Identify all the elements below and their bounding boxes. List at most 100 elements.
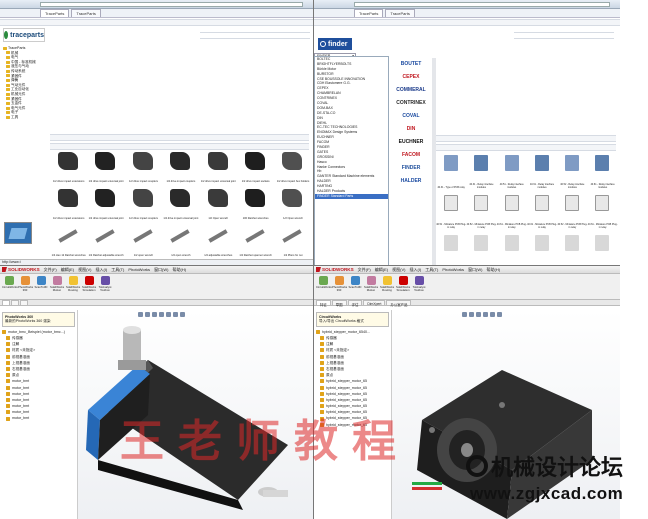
tree-item[interactable]: 工具 xyxy=(3,115,48,120)
supplier-logo[interactable]: COMMERAL xyxy=(390,84,432,95)
menu-item[interactable]: 文件(F) xyxy=(44,267,57,273)
menu-item[interactable]: 帮助(H) xyxy=(487,267,501,273)
tab-traceparts-2[interactable]: TraceParts xyxy=(385,9,415,17)
relay-card[interactable]: 40.61 - Miniature PCB Plug-in relay xyxy=(497,190,527,230)
menu-item[interactable]: 插入(I) xyxy=(409,267,421,273)
tab-feature[interactable] xyxy=(2,300,10,305)
supplier-logo[interactable]: HALDER xyxy=(390,175,432,186)
relay-card[interactable]: 40.51 - Relay interface modules xyxy=(497,150,527,190)
product-thumbnail[interactable] xyxy=(4,222,32,244)
supplier-logo[interactable]: CONTRINEX xyxy=(390,97,432,108)
supplier-logo[interactable]: FACOM xyxy=(390,149,432,160)
address-bar[interactable] xyxy=(354,2,610,7)
relay-card[interactable]: 40.61 - Relay interface modules xyxy=(587,150,617,190)
relay-card[interactable]: 40.52 Bistable versions xyxy=(436,230,466,265)
part-card[interactable]: 1/2 drive impact couplers xyxy=(162,148,199,185)
relay-card[interactable]: 40.31 - Relay interface modules xyxy=(466,150,496,190)
supplier-logo[interactable]: BOUTET xyxy=(390,58,432,69)
menu-item[interactable]: 窗口(W) xyxy=(468,267,482,273)
command-tab[interactable]: 特征 xyxy=(316,300,331,307)
part-card[interactable]: 1/4 open wrench xyxy=(162,222,199,259)
tab-traceparts-1[interactable]: TraceParts xyxy=(40,9,70,17)
menu-item[interactable]: 视图(V) xyxy=(392,267,405,273)
command-tab[interactable]: DimXpert xyxy=(363,300,386,306)
ribbon-button[interactable]: SolidWorks Routing xyxy=(380,276,394,292)
supplier-logo[interactable]: DIN xyxy=(390,123,432,134)
supplier-logo[interactable]: FINDER xyxy=(390,162,432,173)
part-label: 1/2 open wrench xyxy=(133,254,154,257)
menu-item[interactable]: 插入(I) xyxy=(95,267,107,273)
command-tab[interactable]: 草图 xyxy=(331,300,347,307)
ribbon-button[interactable]: TolAnalyst Toolbox xyxy=(412,276,426,292)
search-field[interactable] xyxy=(200,32,310,39)
part-card[interactable]: 1/2 open wrench xyxy=(125,222,162,259)
supplier-logo[interactable]: CEPEX xyxy=(390,71,432,82)
menu-item[interactable]: 文件(F) xyxy=(358,267,371,273)
ribbon-button[interactable]: TolAnalyst Toolbox xyxy=(98,276,112,292)
tab-traceparts-2[interactable]: TraceParts xyxy=(71,9,101,17)
part-card[interactable]: 1/2 Open wrench xyxy=(274,185,311,222)
ribbon-button[interactable]: ScanTo3D xyxy=(34,276,48,289)
relay-card[interactable]: 40.61 - Relay interface modules xyxy=(527,150,557,190)
ribbon-button[interactable]: SolidWorks Simulation xyxy=(82,276,96,292)
part-card[interactable]: 1/2 drive impact universal joint xyxy=(162,185,199,222)
relay-card[interactable]: 40.61 Bistable versions xyxy=(527,230,557,265)
part-card[interactable]: 1/2 Open wrench xyxy=(200,185,237,222)
feature-tree-node[interactable]: motor_bmt xyxy=(0,415,77,421)
relay-card[interactable]: 40.61 - Miniature PCB Plug-in relay xyxy=(527,190,557,230)
supplier-logo[interactable]: EUCHNER xyxy=(390,136,432,147)
menu-item[interactable]: 工具(T) xyxy=(425,267,438,273)
menu-item[interactable]: PhotoWorks xyxy=(442,267,464,272)
supplier-logo[interactable]: COVAL xyxy=(390,110,432,121)
menu-item[interactable]: 编辑(E) xyxy=(375,267,388,273)
tab-evaluate[interactable] xyxy=(20,300,28,305)
address-bar[interactable] xyxy=(40,2,303,7)
part-card[interactable]: 1/4 Hex 12 Ratchet wrenches xyxy=(50,222,87,259)
part-card[interactable]: 100 Ratchet wrenches xyxy=(237,185,274,222)
tab-sketch[interactable] xyxy=(11,300,19,305)
part-card[interactable]: 1/2 drive impact universal joint xyxy=(87,185,124,222)
tab-traceparts-1[interactable]: TraceParts xyxy=(354,9,384,17)
part-card[interactable]: 1/2 drive impact universal joint xyxy=(87,148,124,185)
menu-item[interactable]: 编辑(E) xyxy=(61,267,74,273)
ribbon-button[interactable]: SolidWorks Routing xyxy=(66,276,80,292)
relay-card[interactable]: 40.61 - Miniature PCB Plug-in relay xyxy=(587,190,618,230)
relay-card[interactable]: 40.52 Bistable versions xyxy=(557,230,587,265)
relay-card[interactable]: 40.61 Bistable versions xyxy=(587,230,617,265)
part-card[interactable]: 1/2 drive impact couplers xyxy=(125,185,162,222)
command-tab[interactable]: 评估 xyxy=(347,300,363,307)
dropdown-option[interactable]: FINDER Standard Parts xyxy=(315,193,388,199)
ribbon-button[interactable]: ScanTo3D xyxy=(348,276,362,289)
part-card[interactable]: 1/4 adjustable wrenches xyxy=(200,222,237,259)
relay-card[interactable]: 40.61 - Miniature PCB xyxy=(497,230,527,265)
part-card[interactable]: 1/2 drive impact extensions xyxy=(50,185,87,222)
part-card[interactable]: 1/2 drive impact couplers xyxy=(125,148,162,185)
search-field[interactable] xyxy=(514,32,614,39)
ribbon-button[interactable]: SolidWorks Simulation xyxy=(396,276,410,292)
relay-card[interactable]: 40.51 - Miniature PCB Plug-in relay xyxy=(436,190,466,230)
ribbon-button[interactable]: CircuitWorks xyxy=(316,276,332,289)
menu-item[interactable]: 窗口(W) xyxy=(154,267,168,273)
command-tab[interactable]: 办公室产品 xyxy=(386,300,412,307)
relay-card[interactable]: 40.31 - Type of PCB relay xyxy=(436,150,466,190)
part-card[interactable]: 1/2 drive impact universal joint xyxy=(200,148,237,185)
menu-item[interactable]: 视图(V) xyxy=(78,267,91,273)
relay-card[interactable]: 40.52 - Miniature PCB Plug-in relay xyxy=(557,190,587,230)
part-card[interactable]: 1/2 drive impact sockets xyxy=(237,148,274,185)
part-card[interactable]: 1/2 drive impact extensions xyxy=(50,148,87,185)
ribbon-button[interactable]: SolidWorks Motion xyxy=(364,276,378,292)
ribbon-button[interactable]: PhotoWorks 360 xyxy=(18,276,33,292)
relay-card[interactable]: 40.52 - Miniature PCB Plug-in relay xyxy=(466,190,496,230)
ribbon-button[interactable]: PhotoWorks 360 xyxy=(332,276,347,292)
menu-item[interactable]: 工具(T) xyxy=(111,267,124,273)
part-card[interactable]: 1/2 drive impact hex holders xyxy=(274,148,311,185)
relay-card[interactable]: 40.52 - Relay interface modules xyxy=(557,150,587,190)
menu-item[interactable]: 帮助(H) xyxy=(173,267,187,273)
part-card[interactable]: 1/2 Ratchet adjustable wrench xyxy=(87,222,124,259)
ribbon-button[interactable]: SolidWorks Motion xyxy=(50,276,64,292)
relay-card[interactable]: 40.52 - Miniature PCB xyxy=(466,230,496,265)
part-card[interactable]: 1/2 Pliers for nut xyxy=(274,222,311,259)
menu-item[interactable]: PhotoWorks xyxy=(128,267,150,272)
ribbon-button[interactable]: CircuitWorks xyxy=(2,276,18,289)
part-card[interactable]: 1/2 Ratchet spanner wrench xyxy=(237,222,274,259)
